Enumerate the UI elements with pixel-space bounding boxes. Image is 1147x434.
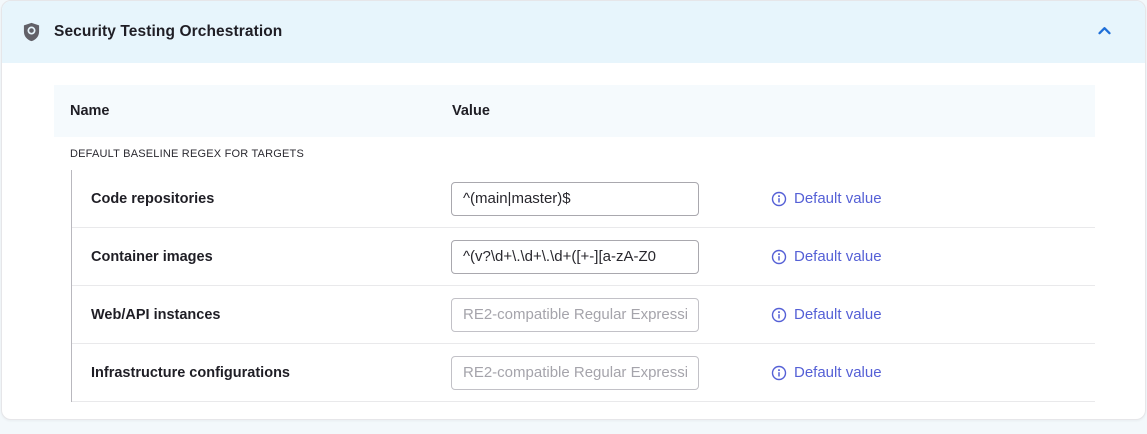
table-header-row: Name Value <box>54 85 1095 137</box>
settings-rows-group: Code repositories Default value Containe… <box>71 170 1095 402</box>
column-header-value: Value <box>452 103 490 119</box>
regex-input-infrastructure-configurations[interactable] <box>451 356 699 390</box>
default-value-link[interactable]: Default value <box>771 190 882 207</box>
default-value-label: Default value <box>794 248 882 265</box>
info-icon <box>771 191 787 207</box>
regex-input-web-api-instances[interactable] <box>451 298 699 332</box>
setting-name: Infrastructure configurations <box>91 365 451 381</box>
table-row-infrastructure-configurations: Infrastructure configurations Default va… <box>72 344 1095 402</box>
chevron-up-icon <box>1096 23 1113 42</box>
table-row-code-repositories: Code repositories Default value <box>72 170 1095 228</box>
default-value-link[interactable]: Default value <box>771 306 882 323</box>
panel-header[interactable]: Security Testing Orchestration <box>2 1 1145 63</box>
table-row-web-api-instances: Web/API instances Default value <box>72 286 1095 344</box>
column-header-name: Name <box>54 103 452 119</box>
info-icon <box>771 365 787 381</box>
info-icon <box>771 249 787 265</box>
collapse-section-button[interactable] <box>1092 19 1117 46</box>
default-value-label: Default value <box>794 190 882 207</box>
section-label-default-baseline-regex: DEFAULT BASELINE REGEX FOR TARGETS <box>54 137 1095 170</box>
setting-name: Container images <box>91 249 451 265</box>
shield-icon <box>22 22 41 42</box>
setting-name: Code repositories <box>91 191 451 207</box>
security-testing-orchestration-panel: Security Testing Orchestration Name Valu… <box>1 0 1146 420</box>
default-value-label: Default value <box>794 364 882 381</box>
regex-input-code-repositories[interactable] <box>451 182 699 216</box>
table-row-container-images: Container images Default value <box>72 228 1095 286</box>
default-value-link[interactable]: Default value <box>771 364 882 381</box>
setting-name: Web/API instances <box>91 307 451 323</box>
default-value-link[interactable]: Default value <box>771 248 882 265</box>
info-icon <box>771 307 787 323</box>
regex-input-container-images[interactable] <box>451 240 699 274</box>
panel-content: Name Value DEFAULT BASELINE REGEX FOR TA… <box>2 85 1145 402</box>
default-value-label: Default value <box>794 306 882 323</box>
panel-title: Security Testing Orchestration <box>54 23 1092 41</box>
